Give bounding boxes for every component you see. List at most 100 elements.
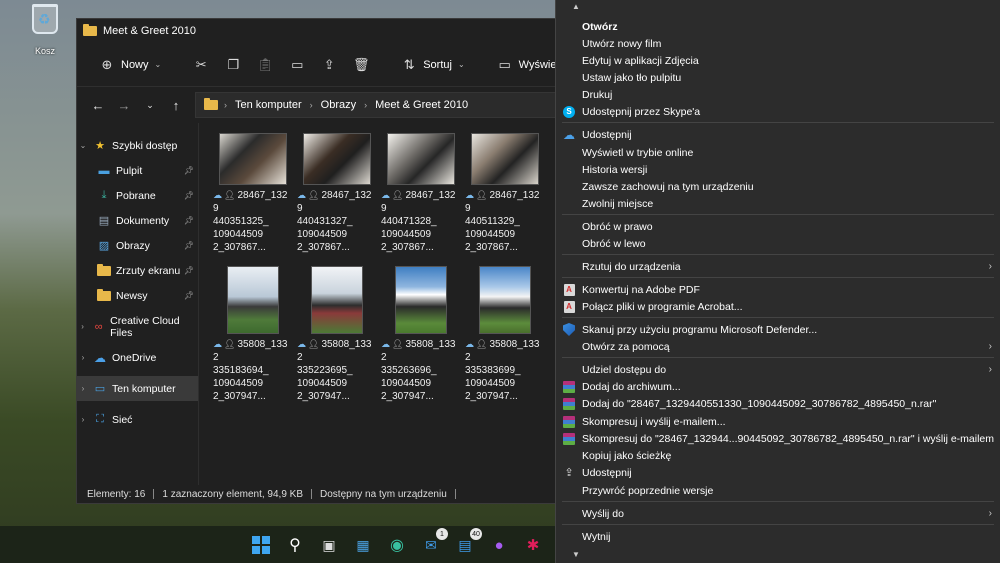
file-item[interactable]: ☁ 👤︎ 35808_1332 335223695_ 109044509 2_307947… bbox=[297, 262, 377, 403]
slack-button[interactable]: ✱ bbox=[520, 532, 546, 558]
mail-icon: ✉ bbox=[425, 536, 437, 553]
menu-open[interactable]: Otwórz bbox=[556, 18, 1000, 35]
chevron-right-icon[interactable]: › bbox=[77, 384, 89, 393]
back-button[interactable]: ← bbox=[85, 92, 111, 118]
menu-create-video[interactable]: Utwórz nowy film bbox=[556, 35, 1000, 52]
nav-quick-access[interactable]: ⌄ ★ Szybki dostęp bbox=[77, 133, 198, 158]
menu-cast-to-device[interactable]: Rzutuj do urządzenia › bbox=[556, 258, 1000, 275]
nav-item-news[interactable]: Newsy 📌︎ bbox=[77, 283, 198, 308]
edge-icon: ◉ bbox=[390, 537, 404, 554]
menu-onedrive-share[interactable]: ☁ Udostępnij bbox=[556, 126, 1000, 143]
title-bar[interactable]: Meet & Greet 2010 bbox=[77, 19, 558, 43]
breadcrumb-pictures[interactable]: Obrazy bbox=[321, 99, 356, 111]
app-badge: 40 bbox=[470, 528, 482, 540]
menu-defender-scan[interactable]: Skanuj przy użyciu programu Microsoft De… bbox=[556, 321, 1000, 338]
messenger-button[interactable]: ● bbox=[486, 532, 512, 558]
menu-combine-acrobat[interactable]: A Połącz pliki w programie Acrobat... bbox=[556, 298, 1000, 315]
nav-creative-cloud[interactable]: › ∞ Creative Cloud Files bbox=[77, 314, 198, 339]
file-item[interactable]: ☁ 👤︎ 35808_1332 335383699_ 109044509 2_307947… bbox=[465, 262, 545, 403]
menu-free-space[interactable]: Zwolnij miejsce bbox=[556, 195, 1000, 212]
chevron-right-icon[interactable]: › bbox=[77, 353, 89, 362]
search-button[interactable]: ⚲ bbox=[282, 532, 308, 558]
file-item[interactable]: ☁ 👤︎ 28467_1329 440471328_ 109044509 2_307867… bbox=[381, 129, 461, 254]
app-button[interactable]: ▤ 40 bbox=[452, 528, 482, 558]
nav-item-downloads[interactable]: ⤓ Pobrane 📌︎ bbox=[77, 183, 198, 208]
rename-icon: ▭ bbox=[291, 56, 304, 72]
mail-button[interactable]: ✉ 1 bbox=[418, 528, 448, 558]
menu-restore-versions[interactable]: Przywróć poprzednie wersje bbox=[556, 482, 1000, 499]
nav-item-documents[interactable]: ▤ Dokumenty 📌︎ bbox=[77, 208, 198, 233]
delete-button[interactable]: 🗑︎ bbox=[345, 50, 377, 80]
download-icon: ⤓ bbox=[101, 189, 107, 201]
pin-icon: 📌︎ bbox=[183, 241, 194, 250]
chevron-right-icon: › bbox=[988, 364, 992, 375]
rename-button[interactable]: ▭ bbox=[281, 50, 313, 80]
monitor-icon: ▭ bbox=[498, 56, 511, 72]
chevron-right-icon[interactable]: › bbox=[77, 415, 89, 424]
menu-cut[interactable]: Wytnij bbox=[556, 528, 1000, 545]
chevron-down-icon[interactable]: ⌄ bbox=[77, 141, 89, 150]
menu-share[interactable]: ⇪ Udostępnij bbox=[556, 464, 1000, 481]
file-item[interactable]: ☁ 👤︎ 28467_1329 440431327_ 109044509 2_307867… bbox=[297, 129, 377, 254]
breadcrumb-this-pc[interactable]: Ten komputer bbox=[235, 99, 302, 111]
recycle-bin-shortcut[interactable]: Kosz bbox=[22, 4, 68, 56]
menu-always-keep[interactable]: Zawsze zachowuj na tym urządzeniu bbox=[556, 178, 1000, 195]
nav-network[interactable]: › ⛶ Sieć bbox=[77, 407, 198, 432]
task-view-button[interactable]: ▣ bbox=[316, 532, 342, 558]
menu-compress-email[interactable]: Skompresuj i wyślij e-mailem... bbox=[556, 413, 1000, 430]
menu-view-online[interactable]: Wyświetl w trybie online bbox=[556, 144, 1000, 161]
up-button[interactable]: ↑ bbox=[163, 92, 189, 118]
task-view-icon: ▣ bbox=[322, 536, 336, 553]
nav-item-pictures[interactable]: ▨ Obrazy 📌︎ bbox=[77, 233, 198, 258]
chevron-right-icon[interactable]: › bbox=[77, 322, 88, 331]
status-bar: Elementy: 16 1 zaznaczony element, 94,9 … bbox=[77, 485, 558, 503]
nav-this-pc[interactable]: › ▭ Ten komputer bbox=[77, 376, 198, 401]
file-item[interactable]: ☁ 👤︎ 28467_1329 440511329_ 109044509 2_307867… bbox=[465, 129, 545, 254]
menu-rotate-right[interactable]: Obróć w prawo bbox=[556, 218, 1000, 235]
menu-print[interactable]: Drukuj bbox=[556, 86, 1000, 103]
cut-button[interactable]: ✂ bbox=[185, 50, 217, 80]
new-button[interactable]: ⊕ Nowy ⌄ bbox=[91, 50, 169, 80]
sort-button[interactable]: ⇅ Sortuj ⌄ bbox=[393, 50, 472, 80]
paste-button[interactable]: 📋︎ bbox=[249, 50, 281, 80]
copy-button[interactable]: ❐ bbox=[217, 50, 249, 80]
menu-skype-share[interactable]: S Udostępnij przez Skype'a bbox=[556, 103, 1000, 120]
forward-button[interactable]: → bbox=[111, 92, 137, 118]
start-button[interactable] bbox=[248, 532, 274, 558]
share-button[interactable]: ⇪ bbox=[313, 50, 345, 80]
file-explorer-window: Meet & Greet 2010 ⊕ Nowy ⌄ ✂ ❐ 📋︎ ▭ ⇪ 🗑︎… bbox=[76, 18, 575, 504]
breadcrumb-current-folder[interactable]: Meet & Greet 2010 bbox=[375, 99, 468, 111]
scroll-up-icon[interactable]: ▲ bbox=[572, 2, 580, 11]
menu-version-history[interactable]: Historia wersji bbox=[556, 161, 1000, 178]
trash-icon: 🗑︎ bbox=[352, 56, 370, 72]
taskbar: ⚲ ▣ ▦ ◉ ✉ 1 ▤ 40 ● ✱ bbox=[0, 526, 555, 563]
menu-compress-rar-email[interactable]: Skompresuj do "28467_132944...90445092_3… bbox=[556, 430, 1000, 447]
file-item[interactable]: ☁ 👤︎ 35808_1332 335183694_ 109044509 2_307947… bbox=[213, 262, 293, 403]
menu-add-archive[interactable]: Dodaj do archiwum... bbox=[556, 378, 1000, 395]
desktop-icon: ▬ bbox=[98, 164, 110, 177]
menu-set-background[interactable]: Ustaw jako tło pulpitu bbox=[556, 69, 1000, 86]
menu-send-to[interactable]: Wyślij do › bbox=[556, 505, 1000, 522]
shared-person-icon: 👤︎ bbox=[392, 339, 404, 349]
recent-locations-button[interactable]: ⌄ bbox=[137, 92, 163, 118]
widgets-button[interactable]: ▦ bbox=[350, 532, 376, 558]
menu-open-with[interactable]: Otwórz za pomocą › bbox=[556, 338, 1000, 355]
menu-rotate-left[interactable]: Obróć w lewo bbox=[556, 235, 1000, 252]
photo-thumbnail bbox=[227, 266, 279, 334]
file-item[interactable]: ☁ 👤︎ 35808_1332 335263696_ 109044509 2_307947… bbox=[381, 262, 461, 403]
menu-edit-photos[interactable]: Edytuj w aplikacji Zdjęcia bbox=[556, 52, 1000, 69]
nav-item-screenshots[interactable]: Zrzuty ekranu 📌︎ bbox=[77, 258, 198, 283]
menu-give-access[interactable]: Udziel dostępu do › bbox=[556, 361, 1000, 378]
chevron-down-icon: ⌄ bbox=[146, 99, 154, 110]
chevron-right-icon: › bbox=[988, 508, 992, 519]
menu-convert-pdf[interactable]: A Konwertuj na Adobe PDF bbox=[556, 281, 1000, 298]
menu-add-to-rar[interactable]: Dodaj do "28467_1329440551330_1090445092… bbox=[556, 395, 1000, 412]
menu-copy-path[interactable]: Kopiuj jako ścieżkę bbox=[556, 447, 1000, 464]
nav-onedrive[interactable]: › ☁ OneDrive bbox=[77, 345, 198, 370]
edge-button[interactable]: ◉ bbox=[384, 532, 410, 558]
nav-item-desktop[interactable]: ▬ Pulpit 📌︎ bbox=[77, 158, 198, 183]
search-icon: ⚲ bbox=[289, 537, 301, 554]
file-item[interactable]: ☁ 👤︎ 28467_1329 440351325_ 109044509 2_307867… bbox=[213, 129, 293, 254]
address-bar[interactable]: › Ten komputer › Obrazy › Meet & Greet 2… bbox=[195, 92, 558, 118]
scroll-down-icon[interactable]: ▼ bbox=[572, 550, 580, 559]
